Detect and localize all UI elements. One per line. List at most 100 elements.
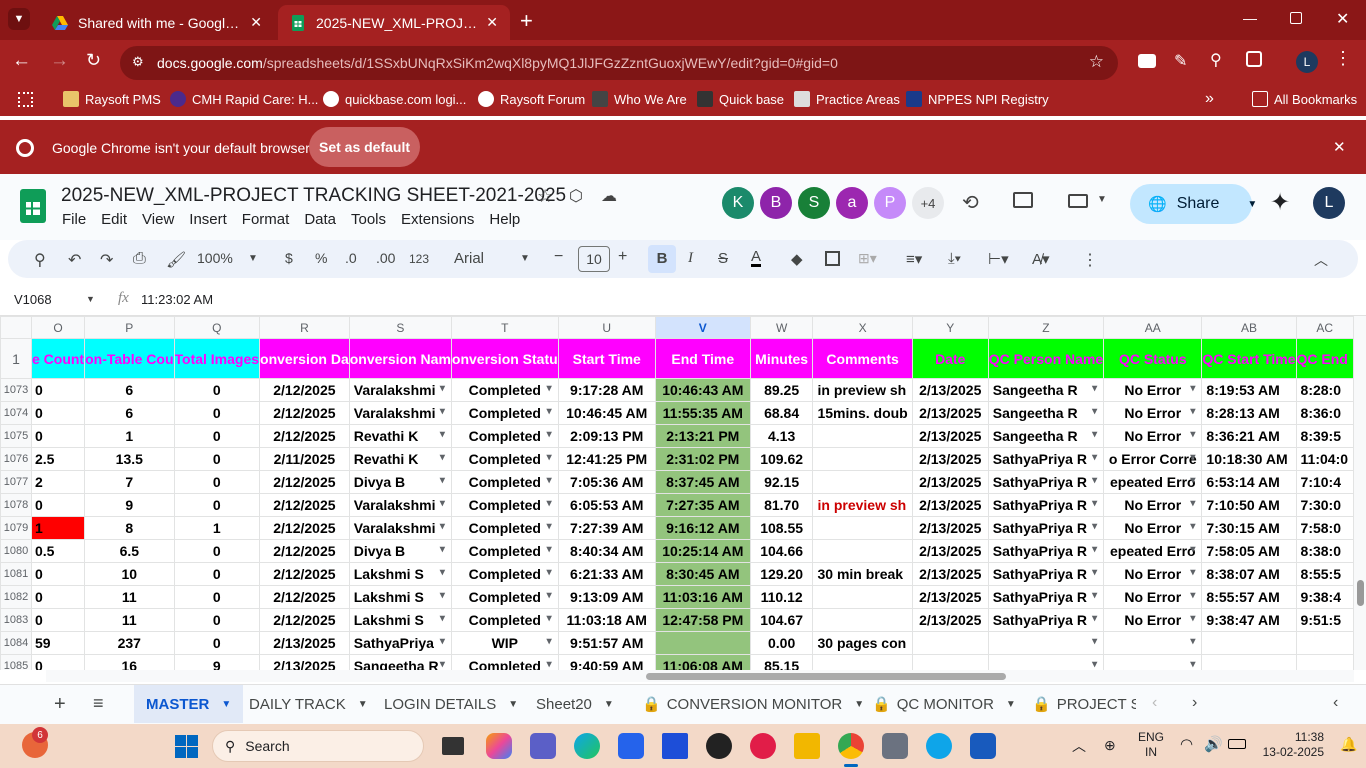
version-history-icon[interactable]: ⟲ [962,190,979,215]
bookmark-raysoft-forum[interactable]: Raysoft Forum [478,91,585,107]
table-cell[interactable]: 2/13/2025 [911,562,989,586]
column-header[interactable]: W [749,316,814,339]
table-cell[interactable]: 8:38:0 [1295,539,1354,563]
sheet-tab-qc-monitor[interactable]: 🔒 QC MONITOR ▼ [860,685,1028,723]
table-cell[interactable]: 0 [30,378,86,402]
table-cell[interactable]: No Error [1103,401,1203,425]
menu-format[interactable]: Format [242,211,290,228]
table-cell[interactable]: 11:55:35 AM [654,401,751,425]
table-cell[interactable]: 0 [173,631,261,655]
table-cell[interactable]: 2/12/2025 [259,378,350,402]
table-cell[interactable]: 9:40:59 AM [557,654,656,670]
table-cell[interactable]: 11:04:0 [1295,447,1354,471]
windows-start-icon[interactable] [175,735,198,758]
table-cell[interactable]: 104.66 [749,539,814,563]
row-number[interactable]: 1078 [0,493,32,517]
formula-input[interactable]: 11:23:02 AM [141,292,213,307]
table-cell[interactable] [812,470,913,494]
table-cell[interactable]: 81.70 [749,493,814,517]
table-cell[interactable]: SathyaPriya R [987,447,1105,471]
table-cell[interactable]: 2/13/2025 [911,585,989,609]
zoom-select[interactable]: 100% [197,250,233,266]
tab-dropdown-icon[interactable]: ▼ [604,699,614,710]
row-number[interactable]: 1082 [0,585,32,609]
star-icon[interactable]: ☆ [537,186,553,207]
table-cell[interactable]: 2/12/2025 [259,424,350,448]
table-cell[interactable]: 0 [30,493,86,517]
row-number[interactable]: 1077 [0,470,32,494]
table-cell[interactable]: 2/13/2025 [911,516,989,540]
table-cell[interactable]: 9:17:28 AM [557,378,656,402]
column-header[interactable]: Y [911,316,989,339]
extensions-puzzle-icon[interactable] [1246,51,1262,67]
undo-icon[interactable]: ↶ [68,250,81,270]
table-cell[interactable]: 6:21:33 AM [557,562,656,586]
table-cell[interactable]: 0 [30,424,86,448]
table-cell[interactable]: 9 [84,493,175,517]
table-cell[interactable] [1103,631,1203,655]
share-dropdown-icon[interactable]: ▼ [1247,199,1257,210]
table-cell[interactable]: 8:39:5 [1295,424,1354,448]
header-cell[interactable]: onversion Nam [348,338,452,379]
search-menus-icon[interactable]: ⚲ [34,250,46,270]
table-cell[interactable]: 85.15 [749,654,814,670]
text-color-icon[interactable]: A [751,249,762,267]
bookmark-star-icon[interactable]: ☆ [1089,52,1104,72]
table-cell[interactable]: 108.55 [749,516,814,540]
edge-icon[interactable] [574,733,600,759]
table-cell[interactable]: 0 [173,447,261,471]
table-cell[interactable]: SathyaPriya R [987,562,1105,586]
table-cell[interactable]: Completed [450,562,559,586]
table-cell[interactable]: 2/12/2025 [259,539,350,563]
name-box-dropdown-icon[interactable]: ▼ [86,294,95,304]
collaborator-avatar[interactable]: P [874,187,906,219]
collaborator-avatar[interactable]: B [760,187,792,219]
font-select[interactable]: Arial [454,250,484,267]
table-cell[interactable]: 68.84 [749,401,814,425]
table-cell[interactable]: 4.13 [749,424,814,448]
table-cell[interactable]: 7:58:05 AM [1201,539,1297,563]
table-cell[interactable]: 2/13/2025 [911,470,989,494]
table-cell[interactable]: 0 [173,401,261,425]
table-cell[interactable] [812,585,913,609]
file-explorer-icon[interactable] [442,737,464,755]
table-cell[interactable]: Completed [450,539,559,563]
table-cell[interactable]: 2/12/2025 [259,585,350,609]
table-cell[interactable]: Varalakshmi [348,378,452,402]
menu-insert[interactable]: Insert [189,211,227,228]
table-cell[interactable] [911,631,989,655]
meet-icon[interactable] [1068,194,1088,208]
row-number[interactable]: 1084 [0,631,32,655]
table-cell[interactable]: Lakshmi S [348,585,452,609]
table-cell[interactable]: 7:05:36 AM [557,470,656,494]
table-cell[interactable]: 8:30:45 AM [654,562,751,586]
maximize-icon[interactable] [1290,12,1302,24]
table-cell[interactable]: 9:38:4 [1295,585,1354,609]
table-cell[interactable]: 104.67 [749,608,814,632]
strikethrough-icon[interactable]: S [718,250,728,267]
table-cell[interactable]: 6 [84,401,175,425]
sheets-logo-icon[interactable] [20,189,46,223]
sheet-tab-conversion-monitor[interactable]: 🔒 CONVERSION MONITOR ▼ [630,685,876,723]
table-cell[interactable]: 0 [173,424,261,448]
table-cell[interactable]: Sangeetha R [987,401,1105,425]
header-cell[interactable]: e Count [30,338,86,379]
table-cell[interactable]: 0 [30,562,86,586]
table-cell[interactable] [1201,654,1297,670]
header-cell[interactable]: QC Start Time [1201,338,1297,379]
table-cell[interactable]: epeated Erro [1103,470,1203,494]
profile-avatar[interactable]: L [1296,51,1318,73]
table-cell[interactable]: 1 [84,424,175,448]
user-avatar[interactable]: L [1313,187,1345,219]
table-cell[interactable]: 8:55:5 [1295,562,1354,586]
menu-data[interactable]: Data [304,211,336,228]
tab-search-button[interactable]: ▼ [8,8,30,30]
table-cell[interactable]: Revathi K [348,424,452,448]
table-cell[interactable]: No Error [1103,378,1203,402]
table-cell[interactable]: 6.5 [84,539,175,563]
table-cell[interactable]: 109.62 [749,447,814,471]
table-cell[interactable]: 10:46:45 AM [557,401,656,425]
chrome-taskbar-icon[interactable] [838,733,864,759]
currency-format-button[interactable]: $ [285,250,293,266]
table-cell[interactable] [1103,654,1203,670]
